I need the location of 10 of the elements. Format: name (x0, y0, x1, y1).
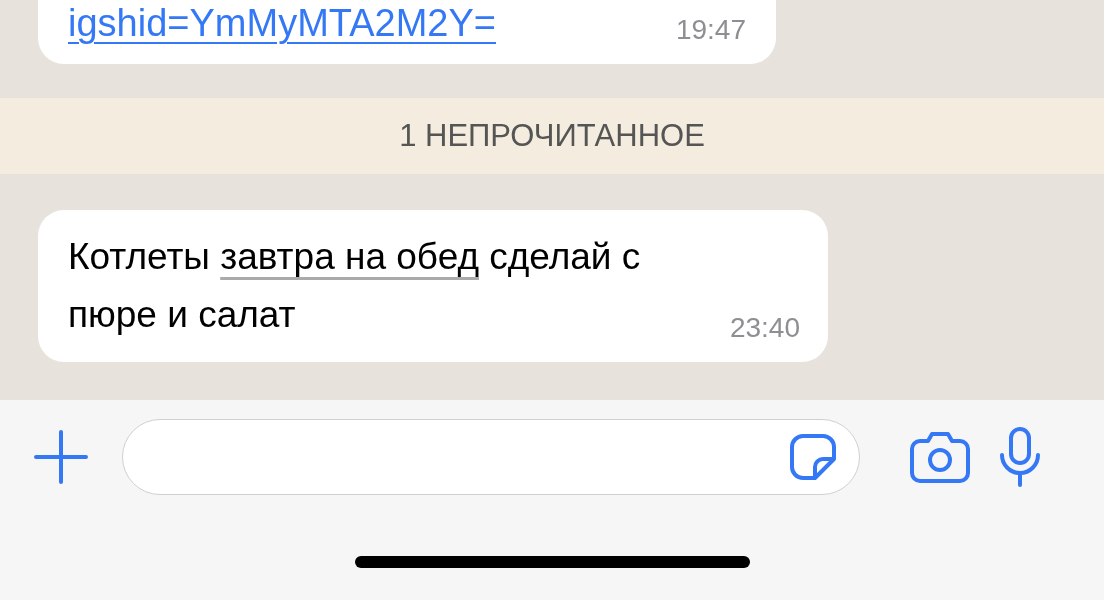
date-link[interactable]: завтра на обед (220, 236, 479, 277)
sticker-icon[interactable] (789, 433, 837, 481)
message-time: 19:47 (675, 14, 746, 46)
plus-icon[interactable] (34, 430, 88, 484)
message-text: Котлеты завтра на обед сделай с пюре и салат (68, 235, 642, 337)
camera-icon[interactable] (910, 431, 970, 483)
message-time: 23:40 (729, 312, 800, 344)
microphone-icon[interactable] (998, 427, 1042, 487)
message-link[interactable]: igshid=YmMyMTA2M2Y= (68, 0, 636, 46)
unread-label: 1 НЕПРОЧИТАННОЕ (399, 118, 705, 154)
